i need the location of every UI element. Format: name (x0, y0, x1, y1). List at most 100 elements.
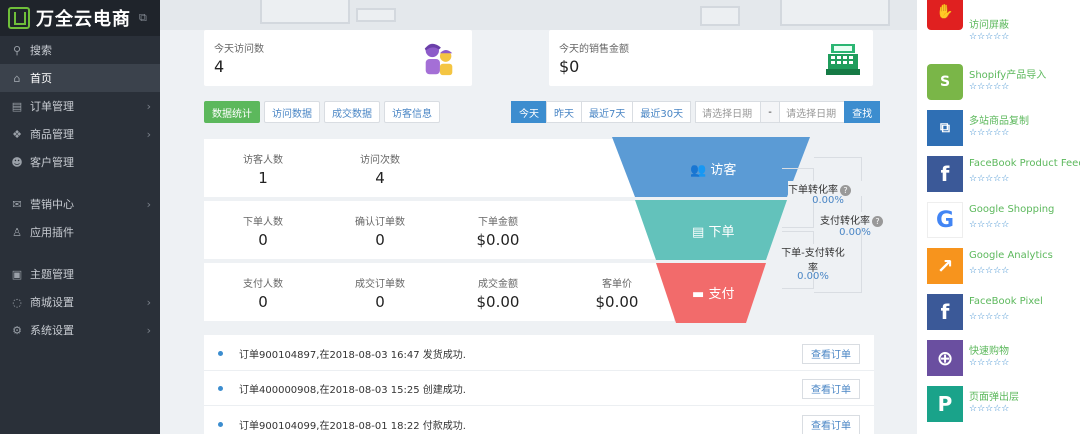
order-pay-rate-label: 下单-支付转化率 (780, 244, 846, 274)
metric-value: 0 (258, 231, 268, 249)
order-stats-row: 下单人数 0 确认订单数 0 下单金额 $0.00 (204, 201, 674, 259)
app-page-popup[interactable]: P 页面弹出层 ☆☆☆☆☆ (927, 386, 1077, 426)
sidebar: 万全云电商 ⧉ ⚲ 搜索 ⌂ 首页 ▤ 订单管理 › ❖ 商品管理 › ☻ 客户… (0, 0, 160, 434)
sidebar-item-customers[interactable]: ☻ 客户管理 (0, 148, 160, 176)
search-button[interactable]: 查找 (844, 101, 881, 123)
sidebar-item-label: 商城设置 (30, 296, 74, 309)
range-7-days-button[interactable]: 最近7天 (581, 101, 634, 123)
start-date-input[interactable]: 请选择日期 (695, 101, 762, 123)
order-rate-label: 下单转化率? (788, 181, 868, 196)
metric-label: 成交金额 (478, 279, 518, 290)
app-google-shopping[interactable]: G Google Shopping ☆☆☆☆☆ (927, 202, 1077, 242)
order-people-metric: 下单人数 0 (208, 213, 318, 249)
rating-stars: ☆☆☆☆☆ (969, 358, 1010, 368)
popup-icon: P (927, 386, 963, 422)
range-yesterday-button[interactable]: 昨天 (546, 101, 582, 123)
quick-cart-icon: ⊕ (927, 340, 963, 376)
app-facebook-pixel[interactable]: f FaceBook Pixel ☆☆☆☆☆ (927, 294, 1077, 334)
date-range-filter: 今天 昨天 最近7天 最近30天 请选择日期 - 请选择日期 查找 (511, 101, 881, 123)
metric-value: 1 (258, 169, 268, 187)
app-multi-site-copy[interactable]: ⧉ 多站商品复制 ☆☆☆☆☆ (927, 110, 1077, 150)
tab-visit-data[interactable]: 访问数据 (264, 101, 320, 123)
tab-visitor-info[interactable]: 访客信息 (384, 101, 440, 123)
tab-data-stats[interactable]: 数据统计 (204, 101, 260, 123)
app-name[interactable]: Google Shopping (969, 204, 1054, 215)
app-name[interactable]: Google Analytics (969, 250, 1053, 261)
metric-label: 下单金额 (478, 217, 518, 228)
logo-bar: 万全云电商 ⧉ (0, 0, 160, 36)
order-amount-metric: 下单金额 $0.00 (443, 213, 553, 249)
funnel-label-orders: ▤ 下单 (692, 225, 735, 240)
sidebar-item-orders[interactable]: ▤ 订单管理 › (0, 92, 160, 120)
chevron-right-icon: › (146, 99, 151, 113)
sidebar-item-search[interactable]: ⚲ 搜索 (0, 36, 160, 64)
order-activity-list: 订单900104897,在2018-08-03 16:47 发货成功. 查看订单… (204, 335, 874, 434)
date-separator: - (760, 101, 781, 123)
metric-value: 4 (375, 169, 385, 187)
metric-value: 0 (375, 231, 385, 249)
range-30-days-button[interactable]: 最近30天 (632, 101, 692, 123)
range-today-button[interactable]: 今天 (511, 101, 547, 123)
chevron-right-icon: › (146, 197, 151, 211)
sidebar-item-home[interactable]: ⌂ 首页 (0, 64, 160, 92)
store-settings-icon: ◌ (12, 295, 22, 309)
today-visits-card: 今天访问数 4 (204, 30, 472, 86)
sidebar-item-themes[interactable]: ▣ 主题管理 (0, 260, 160, 288)
app-name[interactable]: 页面弹出层 (969, 388, 1019, 403)
sidebar-item-store-settings[interactable]: ◌ 商城设置 › (0, 288, 160, 316)
app-shopify-import[interactable]: S Shopify产品导入 ☆☆☆☆☆ (927, 64, 1077, 104)
chevron-right-icon: › (146, 127, 151, 141)
analytics-icon: ↗ (927, 248, 963, 284)
sidebar-item-label: 订单管理 (30, 100, 74, 113)
order-rate-value: 0.00% (812, 195, 844, 206)
tab-deal-data[interactable]: 成交数据 (324, 101, 380, 123)
rating-stars: ☆☆☆☆☆ (969, 266, 1010, 276)
app-name[interactable]: FaceBook Product Feed (969, 158, 1080, 169)
app-google-analytics[interactable]: ↗ Google Analytics ☆☆☆☆☆ (927, 248, 1077, 288)
today-sales-value: $0 (559, 57, 580, 76)
order-text: 订单900104897,在2018-08-03 16:47 发货成功. (239, 350, 466, 361)
funnel-label-payment: ▬ 支付 (692, 287, 735, 302)
pay-rate-label: 支付转化率? (820, 212, 890, 227)
bullet-icon (218, 422, 223, 427)
banner-decoration (780, 0, 890, 26)
view-order-button[interactable]: 查看订单 (802, 378, 860, 399)
google-icon: G (927, 202, 963, 238)
rating-stars: ☆☆☆☆☆ (969, 174, 1010, 184)
sidebar-item-system-settings[interactable]: ⚙ 系统设置 › (0, 316, 160, 344)
chevron-right-icon: › (146, 295, 151, 309)
app-facebook-product-feed[interactable]: f FaceBook Product Feed ☆☆☆☆☆ (927, 156, 1080, 196)
list-item: 订单900104897,在2018-08-03 16:47 发货成功. 查看订单 (204, 337, 874, 371)
block-hand-icon: ✋ (927, 0, 963, 30)
sidebar-item-label: 营销中心 (30, 198, 74, 211)
metric-value: 0 (375, 293, 385, 311)
sidebar-item-plugins[interactable]: ♙ 应用插件 (0, 218, 160, 246)
banner-decoration (260, 0, 350, 24)
app-name[interactable]: 访问屏蔽 (969, 16, 1009, 31)
sidebar-item-marketing[interactable]: ✉ 营销中心 › (0, 190, 160, 218)
help-icon[interactable]: ? (872, 216, 883, 227)
visitor-people-icon (424, 43, 453, 76)
external-link-icon[interactable]: ⧉ (139, 11, 147, 25)
app-name[interactable]: FaceBook Pixel (969, 296, 1043, 307)
app-name[interactable]: 多站商品复制 (969, 112, 1029, 127)
order-pay-rate-value: 0.00% (797, 271, 829, 282)
rating-stars: ☆☆☆☆☆ (969, 82, 1010, 92)
cash-register-icon (826, 44, 860, 75)
conversion-funnel: 👥 访客 ▤ 下单 ▬ 支付 (612, 137, 812, 323)
sidebar-item-label: 应用插件 (30, 226, 74, 239)
app-name[interactable]: Shopify产品导入 (969, 66, 1046, 81)
app-quick-shopping[interactable]: ⊕ 快速购物 ☆☆☆☆☆ (927, 340, 1077, 380)
end-date-input[interactable]: 请选择日期 (779, 101, 846, 123)
confirmed-orders-metric: 确认订单数 0 (325, 213, 435, 249)
app-access-block[interactable]: ✋ 访问屏蔽 ☆☆☆☆☆ (927, 0, 1077, 42)
search-icon: ⚲ (12, 43, 22, 57)
view-order-button[interactable]: 查看订单 (802, 414, 860, 434)
app-name[interactable]: 快速购物 (969, 342, 1009, 357)
view-order-button[interactable]: 查看订单 (802, 343, 860, 364)
chevron-right-icon: › (146, 323, 151, 337)
main-content: 今天访问数 4 今天的销售金额 $0 数据统计 访问数据 成交数据 访客信息 今… (160, 0, 917, 434)
list-item: 订单900104099,在2018-08-01 18:22 付款成功. 查看订单 (204, 408, 874, 434)
sidebar-item-products[interactable]: ❖ 商品管理 › (0, 120, 160, 148)
pay-rate-value: 0.00% (839, 227, 871, 238)
